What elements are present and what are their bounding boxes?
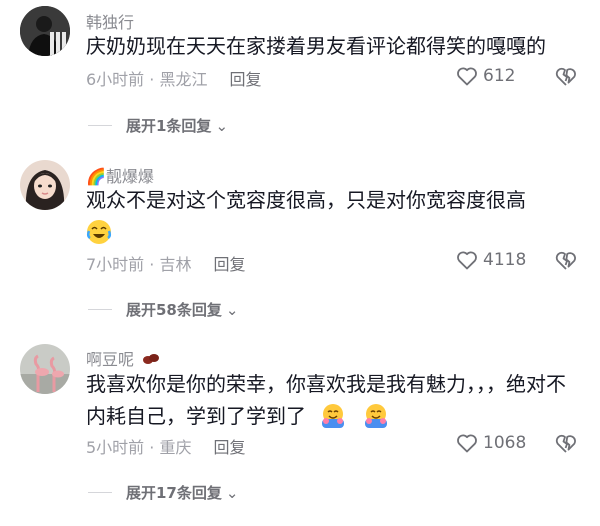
sticker-row <box>86 216 576 248</box>
time-location: 6小时前 · 黑龙江 <box>86 70 208 89</box>
expand-replies-button[interactable]: 展开1条回复 ⌄ <box>88 115 228 136</box>
broken-heart-icon <box>555 434 576 453</box>
heart-icon <box>457 67 477 86</box>
like-count: 4118 <box>483 250 527 270</box>
avatar-silhouette-icon <box>20 6 70 56</box>
avatar[interactable] <box>20 160 70 210</box>
reply-button[interactable]: 回复 <box>213 255 245 274</box>
comment-text: 庆奶奶现在天天在家搂着男友看评论都得笑的嘎嘎的 <box>86 34 546 58</box>
heart-icon <box>457 251 477 270</box>
reply-button[interactable]: 回复 <box>213 438 245 457</box>
expand-replies-button[interactable]: 展开17条回复 ⌄ <box>88 482 238 503</box>
comment-text: 我喜欢你是你的荣幸，你喜欢我是我有魅力，，，绝对不内耗自己，学到了学到了 <box>86 368 576 432</box>
avatar-flamingo-icon <box>20 344 70 394</box>
dislike-button[interactable] <box>553 247 579 277</box>
like-count: 612 <box>483 66 516 86</box>
divider-line <box>88 492 112 493</box>
like-count: 1068 <box>483 433 527 453</box>
comment-meta: 5小时前 · 重庆 回复 <box>86 434 245 458</box>
expand-label: 展开58条回复 <box>126 301 222 319</box>
username[interactable]: 啊豆呢 <box>86 346 160 370</box>
crying-laughing-face-icon <box>86 220 112 244</box>
comment-meta: 7小时前 · 吉林 回复 <box>86 251 245 275</box>
broken-heart-icon <box>555 67 576 86</box>
broken-heart-icon <box>555 251 576 270</box>
expand-label: 展开1条回复 <box>126 117 212 135</box>
avatar[interactable] <box>20 344 70 394</box>
heart-icon <box>457 434 477 453</box>
chevron-down-icon: ⌄ <box>225 300 239 319</box>
comment-text: 观众不是对这个宽容度很高，只是对你宽容度很高 <box>86 188 526 212</box>
username-text: 啊豆呢 <box>86 350 135 369</box>
expand-label: 展开17条回复 <box>126 484 222 502</box>
time-location: 7小时前 · 吉林 <box>86 255 192 274</box>
bean-icon <box>143 354 160 364</box>
chevron-down-icon: ⌄ <box>225 483 239 502</box>
reply-button[interactable]: 回复 <box>229 70 261 89</box>
avatar[interactable] <box>20 6 70 56</box>
divider-line <box>88 309 112 310</box>
like-button[interactable]: 4118 <box>455 248 526 272</box>
expand-replies-button[interactable]: 展开58条回复 ⌄ <box>88 299 238 320</box>
like-button[interactable]: 1068 <box>455 431 526 455</box>
time-location: 5小时前 · 重庆 <box>86 438 192 457</box>
hugging-face-icon <box>322 404 345 428</box>
chevron-down-icon: ⌄ <box>215 116 229 135</box>
comment-meta: 6小时前 · 黑龙江 回复 <box>86 66 261 90</box>
hugging-face-icon <box>364 404 387 428</box>
dislike-button[interactable] <box>553 430 579 460</box>
avatar-girl-icon <box>20 160 70 210</box>
like-button[interactable]: 612 <box>455 64 515 88</box>
dislike-button[interactable] <box>553 63 579 93</box>
divider-line <box>88 125 112 126</box>
